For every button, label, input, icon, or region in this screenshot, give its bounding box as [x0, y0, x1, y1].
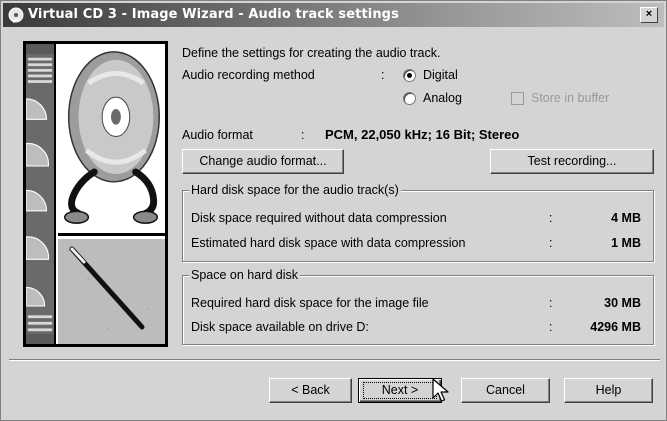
digital-radio[interactable] — [403, 69, 416, 82]
mouse-cursor-icon — [432, 378, 449, 402]
help-button[interactable]: Help — [564, 378, 653, 403]
recording-method-label: Audio recording method — [182, 68, 315, 82]
drive-available-value: 4296 MB — [590, 320, 641, 334]
store-in-buffer-label: Store in buffer — [531, 91, 610, 105]
disk-space-group-title: Space on hard disk — [189, 268, 301, 282]
test-recording-label: Test recording... — [527, 154, 617, 168]
footer-separator — [9, 359, 660, 361]
audio-space-group-title: Hard disk space for the audio track(s) — [189, 183, 401, 197]
recording-method-colon: : — [381, 68, 385, 82]
drive-available-label: Disk space available on drive D: — [191, 320, 369, 334]
analog-radio-label[interactable]: Analog — [423, 91, 462, 105]
image-file-space-value: 30 MB — [604, 296, 641, 310]
audio-format-label: Audio format — [182, 128, 253, 142]
with-compression-value: 1 MB — [611, 236, 641, 250]
test-recording-button[interactable]: Test recording... — [490, 149, 654, 174]
pen-illustration — [58, 239, 165, 344]
audio-format-value: PCM, 22,050 kHz; 16 Bit; Stereo — [325, 127, 520, 142]
wizard-illustration — [23, 41, 168, 347]
title-bar[interactable]: Virtual CD 3 - Image Wizard - Audio trac… — [3, 3, 664, 27]
analog-radio[interactable] — [403, 92, 416, 105]
image-file-space-colon: : — [549, 296, 553, 310]
radio-selected-dot — [407, 73, 412, 78]
with-compression-colon: : — [549, 236, 553, 250]
help-button-label: Help — [595, 383, 622, 397]
window-title: Virtual CD 3 - Image Wizard - Audio trac… — [28, 7, 399, 22]
digital-radio-label[interactable]: Digital — [423, 68, 458, 82]
audio-space-group: Hard disk space for the audio track(s) D… — [182, 183, 654, 262]
no-compression-colon: : — [549, 211, 553, 225]
drive-available-colon: : — [549, 320, 553, 334]
cancel-button-label: Cancel — [486, 383, 525, 397]
focus-rectangle — [363, 382, 437, 399]
image-file-space-label: Required hard disk space for the image f… — [191, 296, 429, 310]
disk-space-group: Space on hard disk Required hard disk sp… — [182, 268, 654, 345]
next-button[interactable]: Next > — [358, 378, 442, 403]
cancel-button[interactable]: Cancel — [461, 378, 550, 403]
audio-format-colon: : — [301, 128, 305, 142]
change-audio-format-label: Change audio format... — [199, 154, 327, 168]
store-in-buffer-checkbox[interactable] — [511, 92, 524, 105]
no-compression-label: Disk space required without data compres… — [191, 211, 447, 225]
cd-mascot-illustration — [58, 44, 165, 236]
virtual-cd-app-icon — [8, 7, 24, 23]
back-button-label: < Back — [291, 383, 330, 397]
back-button[interactable]: < Back — [269, 378, 352, 403]
film-strip-graphic — [26, 44, 56, 344]
with-compression-label: Estimated hard disk space with data comp… — [191, 236, 466, 250]
close-icon: × — [645, 8, 653, 20]
wizard-window: Virtual CD 3 - Image Wizard - Audio trac… — [0, 0, 667, 421]
no-compression-value: 4 MB — [611, 211, 641, 225]
intro-text: Define the settings for creating the aud… — [182, 46, 441, 60]
change-audio-format-button[interactable]: Change audio format... — [182, 149, 344, 174]
close-button[interactable]: × — [640, 7, 658, 23]
